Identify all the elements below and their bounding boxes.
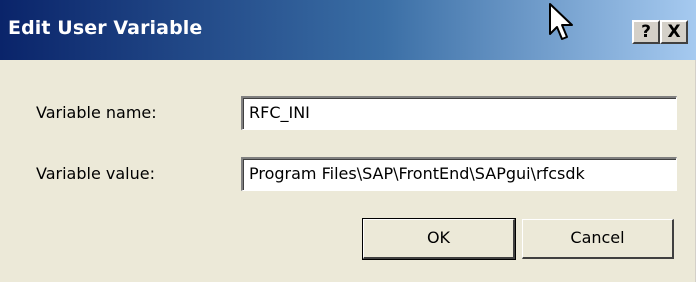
dialog-title: Edit User Variable [8, 17, 203, 39]
help-button[interactable]: ? [632, 20, 660, 44]
variable-value-label: Variable value: [36, 164, 155, 183]
arrow-cursor-icon [549, 3, 573, 40]
edit-user-variable-dialog: Edit User Variable ? X Variable name: RF… [0, 0, 696, 282]
variable-value-field[interactable]: Program Files\SAP\FrontEnd\SAPgui\rfcsdk [241, 157, 677, 191]
cancel-button[interactable]: Cancel [522, 219, 674, 259]
close-button[interactable]: X [660, 20, 688, 44]
title-bar[interactable]: Edit User Variable ? X [0, 0, 696, 60]
variable-name-field[interactable]: RFC_INI [241, 96, 677, 130]
variable-name-label: Variable name: [36, 103, 157, 122]
ok-button[interactable]: OK [362, 218, 516, 260]
